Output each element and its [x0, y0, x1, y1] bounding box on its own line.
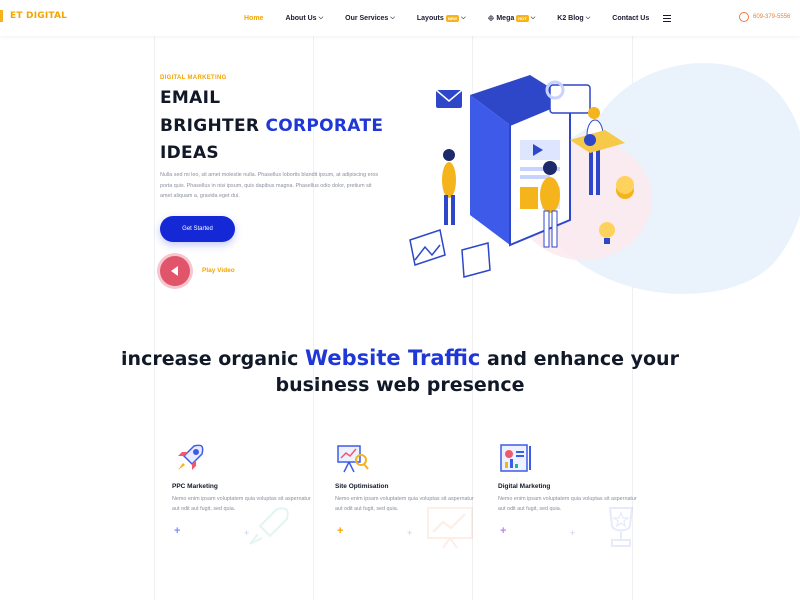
- person-right-leg: [589, 150, 593, 195]
- phone-number: 609-379-5556: [753, 14, 791, 20]
- nav-item-mega[interactable]: ❉ Mega HOT ⌵: [488, 14, 536, 23]
- service-card-site-optimisation: Site Optimisation Nemo enim ipsam volupt…: [335, 436, 485, 556]
- person-left-body: [442, 162, 456, 198]
- plus-decoration-icon: +: [570, 528, 576, 538]
- lightbulb-icon: [599, 222, 615, 238]
- nav-item-about-us[interactable]: About Us ⌵: [285, 15, 323, 22]
- coin-top: [616, 176, 634, 194]
- nav-label: About Us: [285, 14, 317, 22]
- presentation-outline-icon: [427, 507, 473, 549]
- play-video-button[interactable]: [160, 256, 190, 286]
- hero-title-line-2: BRIGHTER CORPORATE: [160, 116, 383, 136]
- new-badge: NEW: [445, 14, 460, 22]
- nav-item-layouts[interactable]: Layouts NEW ⌵: [416, 14, 466, 22]
- person-left-head: [443, 149, 455, 161]
- chevron-down-icon: ⌵: [585, 14, 591, 21]
- chevron-down-icon: ⌵: [461, 14, 466, 21]
- site-header: ET DIGITAL Home About Us ⌵ Our Services ⌵ …: [0, 0, 800, 36]
- grid-line: [154, 36, 155, 600]
- chevron-down-icon: ⌵: [390, 14, 395, 21]
- nav-label: Mega: [496, 14, 515, 22]
- screen-card-yellow: [520, 187, 538, 209]
- badge-card: [461, 242, 491, 278]
- service-title: Digital Marketing: [498, 483, 551, 490]
- nav-item-home[interactable]: Home: [244, 15, 263, 22]
- nav-item-k2-blog[interactable]: K2 Blog ⌵: [557, 15, 590, 22]
- plus-icon[interactable]: +: [337, 525, 343, 537]
- nav-item-our-services[interactable]: Our Services ⌵: [345, 15, 395, 22]
- section-heading-line-1: increase organic Website Traffic and enh…: [0, 346, 800, 370]
- hero-eyebrow: DIGITAL MARKETING: [160, 75, 227, 81]
- logo-text: ET DIGITAL: [10, 11, 68, 21]
- nav-label: K2 Blog: [557, 14, 584, 22]
- person-center-leg: [551, 210, 558, 248]
- person-center-body: [540, 177, 560, 213]
- section-heading-line-2: business web presence: [275, 374, 525, 396]
- service-title: PPC Marketing: [172, 483, 218, 490]
- get-started-button[interactable]: Get Started: [160, 216, 235, 242]
- nav-label: Our Services: [345, 14, 389, 22]
- hero-title-line-1: EMAIL: [160, 88, 221, 108]
- isometric-digital-marketing-illustration: [409, 62, 800, 294]
- logo-mark-icon: [0, 10, 8, 22]
- rocket-outline-icon: [249, 507, 289, 545]
- person-right-leg: [596, 150, 600, 195]
- plus-decoration-icon: +: [407, 528, 413, 538]
- report-icon: [500, 444, 531, 472]
- nav-label: Contact Us: [612, 14, 650, 22]
- phone-icon: [739, 12, 749, 22]
- main-nav: Home About Us ⌵ Our Services ⌵ Layouts NEW ⌵…: [244, 0, 672, 36]
- trophy-outline-icon: [608, 507, 634, 547]
- nav-label: Layouts: [416, 14, 444, 22]
- chevron-down-icon: ⌵: [530, 14, 536, 21]
- person-center-head: [543, 161, 557, 175]
- gear-icon: [584, 134, 596, 146]
- play-triangle-icon: [171, 266, 178, 276]
- lightbulb-base: [604, 238, 610, 244]
- person-center-leg: [543, 210, 550, 248]
- hero-title-line-3: IDEAS: [160, 143, 219, 163]
- logo[interactable]: ET DIGITAL: [0, 9, 67, 23]
- person-left-leg: [444, 195, 448, 225]
- hero-description: Nulla sed mi leo, sit amet molestie null…: [160, 172, 379, 199]
- hero-title-accent: CORPORATE: [265, 116, 384, 136]
- phone-contact[interactable]: 609-379-5556: [739, 12, 790, 22]
- person-right-head: [588, 107, 600, 119]
- hamburger-icon[interactable]: [663, 14, 672, 22]
- presentation-chart-icon: [337, 445, 369, 473]
- play-video-link[interactable]: Play Video: [202, 267, 235, 274]
- service-card-digital-marketing: Digital Marketing Nemo enim ipsam volupt…: [498, 436, 648, 556]
- screen-text-line: [520, 175, 550, 179]
- service-card-ppc-marketing: PPC Marketing Nemo enim ipsam voluptatem…: [172, 436, 322, 556]
- rocket-icon: [178, 444, 204, 470]
- mega-menu-icon: ❉: [487, 13, 495, 23]
- person-left-leg: [451, 195, 455, 225]
- chevron-down-icon: ⌵: [318, 14, 324, 21]
- service-title: Site Optimisation: [335, 483, 389, 490]
- hero-title-plain: BRIGHTER: [160, 116, 266, 136]
- nav-item-contact-us[interactable]: Contact Us: [612, 15, 649, 22]
- heading-plain: and enhance your: [480, 348, 679, 370]
- nav-label: Home: [244, 14, 264, 22]
- screen-panel-front: [509, 98, 571, 247]
- heading-plain: increase organic: [121, 348, 305, 370]
- plus-icon[interactable]: +: [500, 525, 506, 537]
- plus-icon[interactable]: +: [174, 525, 180, 537]
- hot-badge: HOT: [516, 14, 529, 22]
- heading-accent: Website Traffic: [304, 346, 481, 370]
